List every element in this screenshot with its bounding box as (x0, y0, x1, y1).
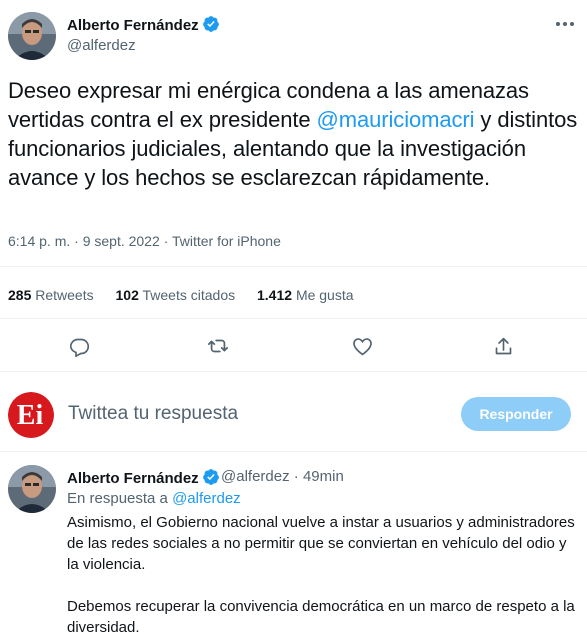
author-handle[interactable]: @alferdez (67, 37, 136, 54)
replying-to-link[interactable]: @alferdez (172, 490, 241, 507)
reply-button[interactable] (67, 334, 91, 358)
svg-text:Ei: Ei (17, 400, 44, 431)
author-avatar[interactable] (8, 12, 56, 60)
tweet-text: Deseo expresar mi enérgica condena a las… (8, 78, 578, 190)
divider (0, 451, 587, 452)
tweet-timestamp[interactable]: 6:14 p. m. · 9 sept. 2022 · Twitter for … (8, 233, 281, 249)
mention-link[interactable]: @mauriciomacri (317, 107, 475, 132)
share-button[interactable] (491, 334, 515, 358)
reply-author-handle[interactable]: @alferdez (221, 468, 290, 485)
verified-icon (202, 469, 219, 485)
likes-stat[interactable]: 1.412 Me gusta (257, 287, 354, 303)
more-button[interactable] (553, 14, 577, 34)
divider (0, 318, 587, 319)
author-name[interactable]: Alberto Fernández (67, 15, 220, 34)
share-icon (495, 337, 511, 354)
reply-input[interactable]: Twittea tu respuesta (68, 403, 238, 425)
more-icon (556, 22, 574, 26)
reply-text: Asimismo, el Gobierno nacional vuelve a … (67, 512, 582, 633)
reply-paragraph: Debemos recuperar la convivencia democrá… (67, 598, 575, 633)
reply-author-name[interactable]: Alberto Fernández (67, 468, 220, 487)
verified-icon (202, 16, 219, 32)
reply-handle-time: @alferdez · 49min (221, 468, 344, 485)
like-button[interactable] (350, 334, 374, 358)
like-icon (352, 337, 372, 355)
tweet-stats: 285 Retweets 102 Tweets citados 1.412 Me… (8, 287, 372, 303)
retweet-button[interactable] (206, 334, 230, 358)
reply-author-avatar[interactable] (8, 465, 56, 513)
divider (0, 266, 587, 267)
reply-icon (69, 338, 89, 357)
retweet-icon (207, 339, 229, 353)
quotes-stat[interactable]: 102 Tweets citados (116, 287, 236, 303)
user-avatar[interactable]: Ei (8, 392, 54, 438)
divider (0, 371, 587, 372)
reply-submit-button[interactable]: Responder (461, 397, 571, 431)
reply-time[interactable]: 49min (303, 468, 344, 485)
replying-to: En respuesta a @alferdez (67, 490, 241, 507)
reply-paragraph: Asimismo, el Gobierno nacional vuelve a … (67, 514, 575, 573)
tweet-actions (0, 334, 587, 358)
retweets-stat[interactable]: 285 Retweets (8, 287, 94, 303)
